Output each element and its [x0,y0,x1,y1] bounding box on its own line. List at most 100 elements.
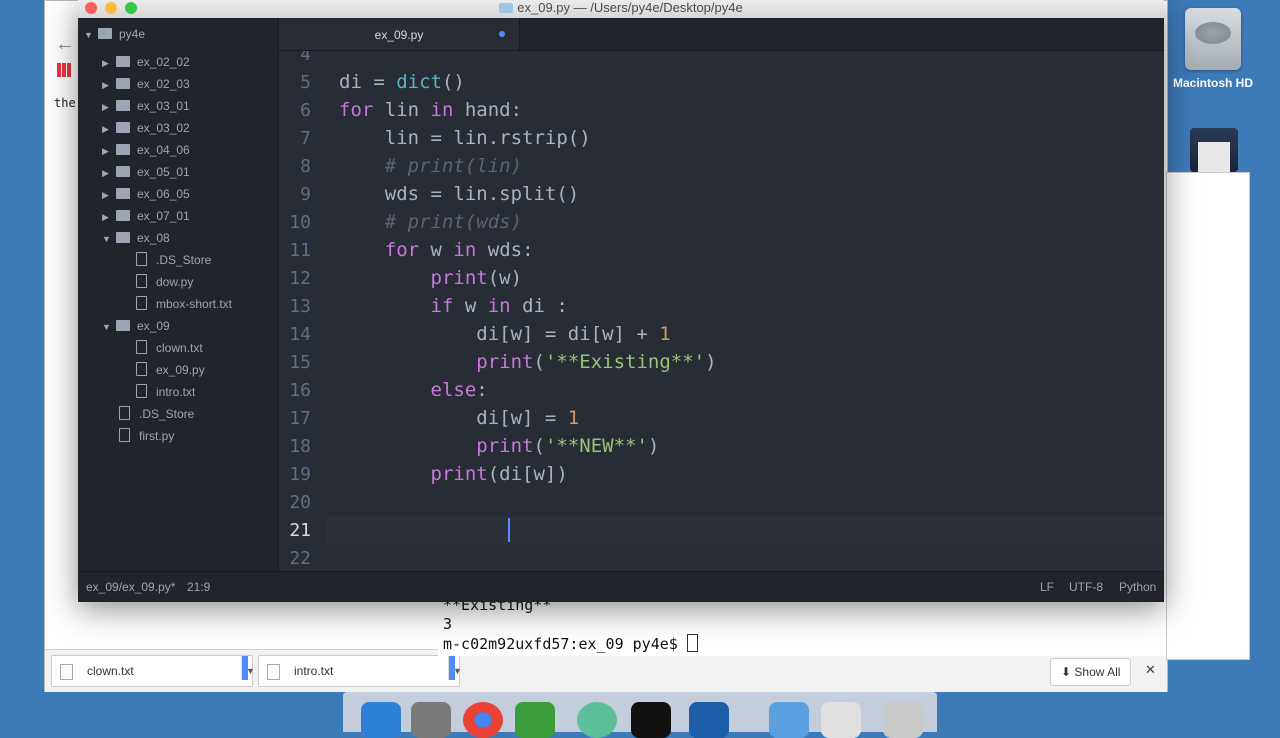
hard-drive-icon [1185,8,1241,70]
file-icon [136,340,147,354]
finder-icon[interactable] [361,702,401,738]
line-number[interactable]: 22 [289,548,311,569]
tree-folder-ex-05-01[interactable]: ▶ ex_05_01 [102,161,190,183]
folder-icon [116,144,130,155]
folder-icon[interactable] [769,702,809,738]
line-number[interactable]: 12 [289,268,311,289]
line-number[interactable]: 8 [300,156,311,177]
line-number[interactable]: 13 [289,296,311,317]
line-number[interactable]: 9 [300,184,311,205]
tree-folder-ex-07-01[interactable]: ▶ ex_07_01 [102,205,190,227]
line-number[interactable]: 15 [289,352,311,373]
app-icon[interactable] [515,702,555,738]
terminal-output[interactable]: **Existing** 3 m-c02m92uxfd57:ex_09 py4e… [438,596,1166,656]
line-number[interactable]: 14 [289,324,311,345]
tree-label: mbox-short.txt [156,297,233,311]
show-all-button[interactable]: ⬇ Show All [1050,658,1132,686]
modified-dot-icon[interactable] [499,31,505,37]
download-item-intro[interactable]: intro.txt ▼ [258,655,462,687]
macintosh-hd-icon[interactable]: Macintosh HD [1168,8,1258,90]
chevron-right-icon: ▶ [102,80,109,90]
line-number[interactable]: 18 [289,436,311,457]
atom-icon[interactable] [577,702,617,738]
line-number[interactable]: 19 [289,464,311,485]
close-window-button[interactable] [85,2,97,14]
tree-file[interactable]: mbox-short.txt [136,293,232,315]
folder-icon [499,3,514,13]
tree-file[interactable]: intro.txt [136,381,195,403]
chevron-down-icon[interactable]: ▼ [448,656,462,680]
code-editor[interactable]: 4 5 6 7 8 9 10 11 12 13 14 15 16 17 18 19 20 21 22 di = di… [279,51,1164,571]
tree-folder-ex-03-02[interactable]: ▶ ex_03_02 [102,117,190,139]
chevron-right-icon: ▶ [102,190,109,200]
folder-icon [116,78,130,89]
folder-icon [116,166,130,177]
tree-folder-ex-06-05[interactable]: ▶ ex_06_05 [102,183,190,205]
trash-icon[interactable] [883,702,923,738]
browser-page-text: the [54,96,76,110]
code-line: di[w] = di[w] + 1 [339,323,671,345]
tree-file[interactable]: first.py [119,425,174,447]
chevron-right-icon: ▶ [102,124,109,134]
code-line: wds = lin.split() [339,183,580,205]
folder-icon [116,232,130,243]
tree-file[interactable]: dow.py [136,271,193,293]
line-number[interactable]: 6 [300,100,311,121]
tree-file[interactable]: .DS_Store [136,249,211,271]
tree-file[interactable]: ex_09.py [136,359,205,381]
chrome-icon[interactable] [463,702,503,738]
zoom-window-button[interactable] [125,2,137,14]
tree-folder-ex-04-06[interactable]: ▶ ex_04_06 [102,139,190,161]
line-number[interactable]: 21 [289,520,311,541]
apps-grid-icon[interactable] [57,63,71,77]
terminal-icon[interactable] [631,702,671,738]
background-window [1166,172,1250,660]
tab-ex-09-py[interactable]: ex_09.py [279,18,520,50]
system-preferences-icon[interactable] [411,702,451,738]
status-cursor-position[interactable]: 21:9 [187,572,210,602]
back-arrow-icon[interactable]: ← [55,33,75,56]
cursor-line-highlight [327,516,1164,544]
app-icon[interactable] [689,702,729,738]
documents-icon[interactable] [821,702,861,738]
terminal-prompt[interactable]: m-c02m92uxfd57:ex_09 py4e$ [438,634,1166,654]
minimize-window-button[interactable] [105,2,117,14]
line-number[interactable]: 4 [300,51,311,65]
tree-file[interactable]: clown.txt [136,337,203,359]
tree-label: ex_07_01 [137,209,190,223]
tree-folder-ex-03-01[interactable]: ▶ ex_03_01 [102,95,190,117]
usb-drive-icon[interactable] [1190,128,1238,172]
download-item-clown[interactable]: clown.txt ▼ [51,655,255,687]
line-number[interactable]: 7 [300,128,311,149]
tree-label: clown.txt [156,341,203,355]
tree-folder-ex-02-02[interactable]: ▶ ex_02_02 [102,51,190,73]
close-icon[interactable]: ✕ [1145,662,1156,678]
status-grammar[interactable]: Python [1119,572,1156,602]
line-number-gutter[interactable]: 4 5 6 7 8 9 10 11 12 13 14 15 16 17 18 19 20 21 22 [279,51,327,571]
folder-icon [116,56,130,67]
line-number[interactable]: 5 [300,72,311,93]
tree-folder-ex-08[interactable]: ▼ ex_08 [102,227,170,249]
status-line-ending[interactable]: LF [1040,572,1054,602]
line-number[interactable]: 17 [289,408,311,429]
line-number[interactable]: 10 [289,212,311,233]
status-encoding[interactable]: UTF-8 [1069,572,1103,602]
status-file-path[interactable]: ex_09/ex_09.py* [86,572,175,602]
tree-label: .DS_Store [139,407,195,421]
line-number[interactable]: 16 [289,380,311,401]
file-icon [60,663,73,680]
tree-file[interactable]: .DS_Store [119,403,194,425]
status-bar: ex_09/ex_09.py* 21:9 LF UTF-8 Python [78,571,1164,602]
tree-folder-ex-09[interactable]: ▼ ex_09 [102,315,170,337]
line-number[interactable]: 11 [289,240,311,261]
chevron-down-icon[interactable]: ▼ [241,656,255,680]
tree-folder-ex-02-03[interactable]: ▶ ex_02_03 [102,73,190,95]
tree-label: intro.txt [156,385,196,399]
line-number[interactable]: 20 [289,492,311,513]
code-line: if w in di : [430,295,568,317]
code-line: # print(lin) [384,155,523,177]
download-name: clown.txt [87,664,134,678]
window-titlebar[interactable]: ex_09.py — /Users/py4e/Desktop/py4e [78,0,1164,18]
chevron-right-icon: ▶ [102,102,109,112]
tree-root[interactable]: ▼ py4e [84,23,145,45]
